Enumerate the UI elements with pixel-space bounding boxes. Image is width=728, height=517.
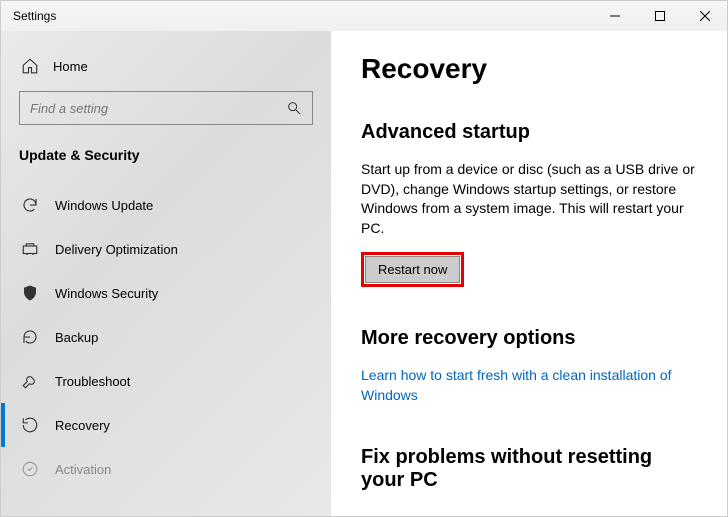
activation-icon <box>21 460 39 478</box>
delivery-icon <box>21 240 39 258</box>
nav-label: Backup <box>55 330 98 345</box>
search-icon <box>286 100 302 116</box>
titlebar: Settings <box>1 1 727 31</box>
nav-windows-security[interactable]: Windows Security <box>19 271 313 315</box>
sync-icon <box>21 196 39 214</box>
window-buttons <box>592 1 727 31</box>
search-box[interactable] <box>19 91 313 125</box>
nav-list: Windows Update Delivery Optimization Win… <box>19 183 313 491</box>
more-recovery-title: More recovery options <box>361 327 701 350</box>
nav-recovery[interactable]: Recovery <box>19 403 313 447</box>
wrench-icon <box>21 372 39 390</box>
nav-label: Troubleshoot <box>55 374 130 389</box>
window-title: Settings <box>13 9 56 23</box>
recovery-icon <box>21 416 39 434</box>
nav-delivery-optimization[interactable]: Delivery Optimization <box>19 227 313 271</box>
home-label: Home <box>53 59 88 74</box>
nav-backup[interactable]: Backup <box>19 315 313 359</box>
minimize-button[interactable] <box>592 1 637 31</box>
home-link[interactable]: Home <box>19 45 313 91</box>
sidebar: Home Update & Security Windows Update <box>1 31 331 516</box>
nav-label: Windows Security <box>55 286 158 301</box>
advanced-startup-title: Advanced startup <box>361 121 701 144</box>
nav-windows-update[interactable]: Windows Update <box>19 183 313 227</box>
fresh-install-link[interactable]: Learn how to start fresh with a clean in… <box>361 366 701 405</box>
nav-label: Recovery <box>55 418 110 433</box>
advanced-startup-desc: Start up from a device or disc (such as … <box>361 160 701 238</box>
maximize-button[interactable] <box>637 1 682 31</box>
backup-icon <box>21 328 39 346</box>
highlight-box: Restart now <box>361 252 464 287</box>
shield-icon <box>21 284 39 302</box>
home-icon <box>21 57 39 75</box>
close-button[interactable] <box>682 1 727 31</box>
nav-troubleshoot[interactable]: Troubleshoot <box>19 359 313 403</box>
nav-label: Activation <box>55 462 111 477</box>
main-content: Recovery Advanced startup Start up from … <box>331 31 727 516</box>
fix-problems-title: Fix problems without resetting your PC <box>361 446 701 492</box>
search-input[interactable] <box>30 101 286 116</box>
page-title: Recovery <box>361 53 701 85</box>
nav-label: Delivery Optimization <box>55 242 178 257</box>
nav-activation[interactable]: Activation <box>19 447 313 491</box>
restart-now-button[interactable]: Restart now <box>365 256 460 283</box>
nav-label: Windows Update <box>55 198 153 213</box>
section-title: Update & Security <box>19 147 313 163</box>
